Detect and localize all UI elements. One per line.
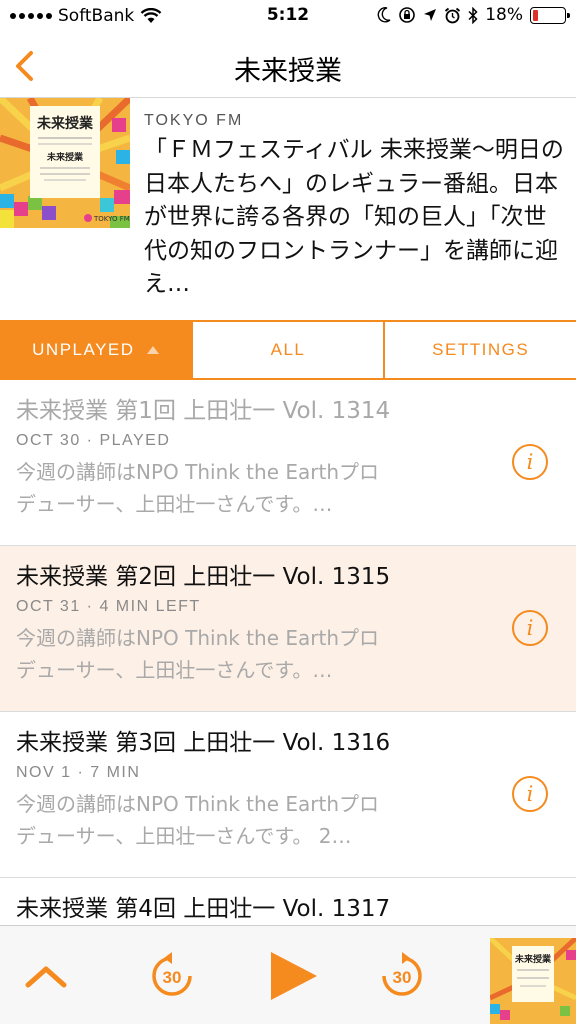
info-button[interactable]: i — [512, 610, 548, 646]
page-title: 未来授業 — [234, 56, 342, 87]
battery-icon — [530, 6, 570, 24]
episode-description-line: デューサー、上田壮一さんです。… — [16, 492, 333, 516]
tab-settings[interactable]: SETTINGS — [383, 322, 576, 378]
skip-forward-seconds: 30 — [393, 968, 412, 987]
svg-text:未来授業: 未来授業 — [37, 115, 94, 132]
tab-settings-label: SETTINGS — [432, 340, 530, 359]
episode-description: 今週の講師はNPO Think the Earthプロ デューサー、上田壮一さん… — [16, 456, 456, 520]
skip-forward-30-icon: 30 — [382, 952, 422, 996]
play-button[interactable] — [258, 944, 324, 1008]
battery-percent: 18% — [485, 5, 523, 25]
tab-unplayed-label: UNPLAYED — [32, 340, 135, 359]
episode-description-line: 今週の講師はNPO Think the Earthプロ — [16, 792, 379, 816]
info-button[interactable]: i — [512, 444, 548, 480]
info-icon: i — [526, 781, 534, 806]
podcast-description[interactable]: 「ＦＭフェスティバル 未来授業〜明日の日本人たちへ」のレギュラー番組。日本が世界… — [144, 134, 564, 302]
mini-player: 30 30 未来授業 — [0, 925, 576, 1024]
episode-description-line: デューサー、上田壮一さんです。 2… — [16, 824, 352, 848]
podcast-info: TOKYO FM 「ＦＭフェスティバル 未来授業〜明日の日本人たちへ」のレギュラ… — [144, 112, 564, 302]
episode-title: 未来授業 第3回 上田壮一 Vol. 1316 — [16, 730, 391, 756]
episode-description-line: 今週の講師はNPO Think the Earthプロ — [16, 460, 379, 484]
episode-filter-tabs: UNPLAYED ALL SETTINGS — [0, 320, 576, 380]
now-playing-artwork[interactable]: 未来授業 — [490, 938, 576, 1024]
alarm-icon — [445, 7, 461, 23]
podcast-artwork[interactable]: 未来授業 未来授業 TOKYO FM — [0, 98, 130, 228]
navigation-bar: 未来授業 — [0, 34, 576, 98]
skip-back-30-icon: 30 — [152, 952, 192, 996]
info-button[interactable]: i — [512, 776, 548, 812]
episode-description-line: デューサー、上田壮一さんです。… — [16, 658, 333, 682]
tab-all[interactable]: ALL — [190, 322, 384, 378]
episode-description-line: 今週の講師はNPO Think the Earthプロ — [16, 626, 379, 650]
podcast-header: 未来授業 未来授業 TOKYO FM TOKYO FM 「ＦＭフェスティバル 未… — [0, 98, 576, 320]
svg-text:TOKYO FM: TOKYO FM — [93, 215, 130, 223]
episode-meta: OCT 31 · 4 MIN LEFT — [16, 598, 201, 615]
info-icon: i — [526, 449, 534, 474]
svg-text:未来授業: 未来授業 — [46, 151, 84, 163]
play-icon — [271, 952, 317, 1000]
tab-all-label: ALL — [270, 340, 306, 359]
episode-description: 今週の講師はNPO Think the Earthプロ デューサー、上田壮一さん… — [16, 788, 456, 852]
episode-title: 未来授業 第4回 上田壮一 Vol. 1317 — [16, 896, 391, 922]
rotation-lock-icon — [399, 7, 416, 23]
episode-row[interactable]: 未来授業 第3回 上田壮一 Vol. 1316 NOV 1 · 7 MIN 今週… — [0, 712, 576, 878]
status-bar: SoftBank 5:12 18% — [0, 0, 576, 34]
expand-player-button[interactable] — [22, 956, 70, 996]
podcast-network: TOKYO FM — [144, 112, 244, 129]
skip-back-button[interactable]: 30 — [146, 950, 198, 1002]
episode-row[interactable]: 未来授業 第1回 上田壮一 Vol. 1314 OCT 30 · PLAYED … — [0, 380, 576, 546]
status-right: 18% — [377, 5, 570, 25]
episode-meta: NOV 1 · 7 MIN — [16, 764, 141, 781]
info-icon: i — [526, 615, 534, 640]
tab-unplayed[interactable]: UNPLAYED — [0, 322, 191, 378]
episode-title: 未来授業 第2回 上田壮一 Vol. 1315 — [16, 564, 391, 590]
bluetooth-icon — [468, 6, 478, 24]
moon-icon — [377, 7, 391, 23]
skip-forward-button[interactable]: 30 — [376, 950, 428, 1002]
chevron-up-icon — [25, 966, 67, 988]
episode-meta: OCT 30 · PLAYED — [16, 432, 171, 449]
episode-description: 今週の講師はNPO Think the Earthプロ デューサー、上田壮一さん… — [16, 622, 456, 686]
location-icon — [424, 9, 437, 21]
svg-text:未来授業: 未来授業 — [514, 953, 552, 965]
episode-title: 未来授業 第1回 上田壮一 Vol. 1314 — [16, 398, 391, 424]
sort-triangle-icon — [146, 346, 159, 354]
episode-row[interactable]: 未来授業 第2回 上田壮一 Vol. 1315 OCT 31 · 4 MIN L… — [0, 546, 576, 712]
skip-back-seconds: 30 — [163, 968, 182, 987]
